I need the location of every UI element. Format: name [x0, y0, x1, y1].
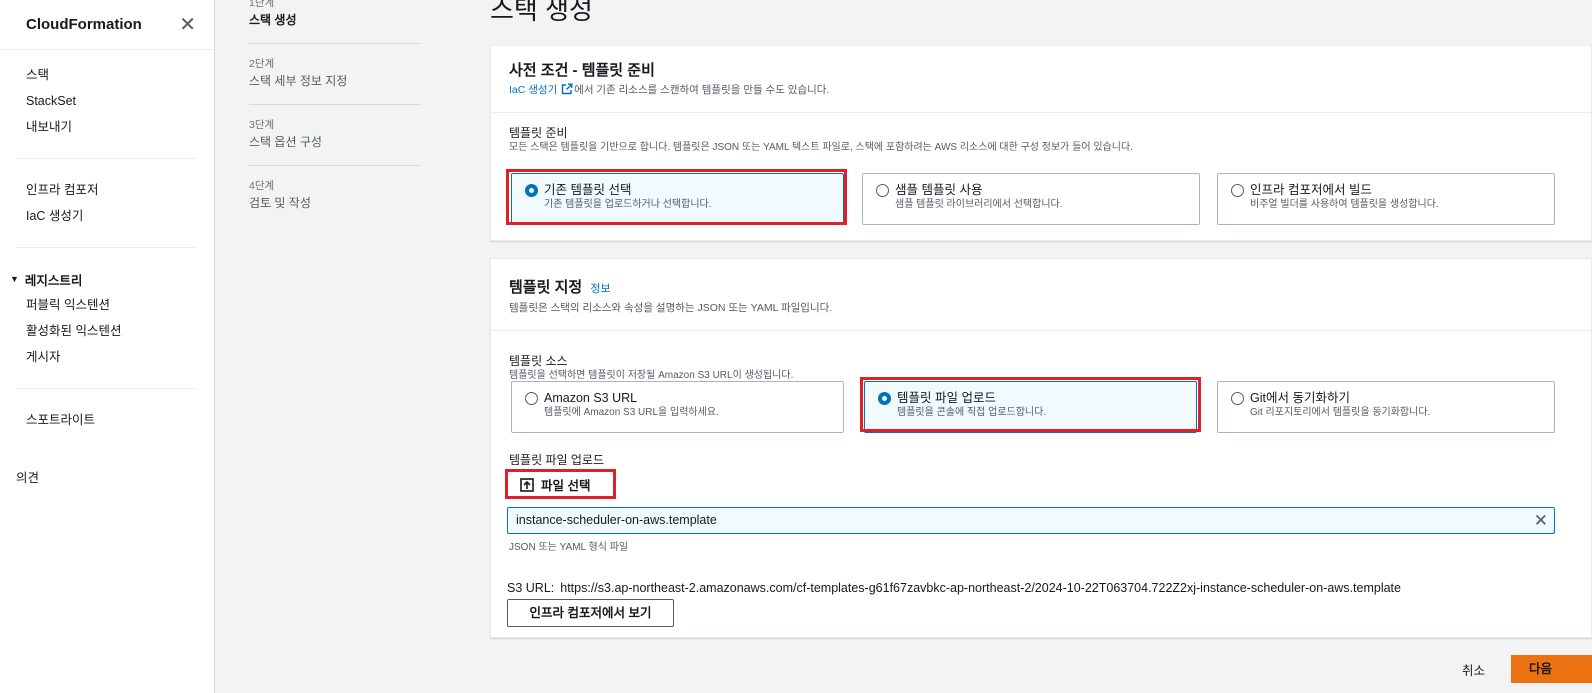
field-label: 템플릿 파일 업로드 [509, 453, 604, 467]
panel-title: 템플릿 지정 [509, 279, 583, 296]
template-prepare-field: 템플릿 준비 모든 스택은 템플릿을 기반으로 합니다. 템플릿은 JSON 또… [491, 125, 1591, 154]
file-hint-field: JSON 또는 YAML 형식 파일 [491, 541, 1591, 554]
divider [16, 247, 196, 248]
cancel-button[interactable]: 취소 [1462, 660, 1485, 679]
file-format-hint: JSON 또는 YAML 형식 파일 [509, 542, 629, 553]
close-icon[interactable]: ✕ [179, 15, 196, 35]
option-upload-template-file[interactable]: 템플릿 파일 업로드 템플릿을 콘솔에 직접 업로드합니다. [864, 381, 1197, 433]
step-label: 스택 생성 [249, 13, 297, 27]
panel-description: IaC 생성기 에서 기존 리소스를 스캔하여 템플릿을 만들 수도 있습니다. [509, 82, 1573, 98]
s3-url-display: S3 URL: https://s3.ap-northeast-2.amazona… [507, 581, 1401, 595]
option-description: 샘플 템플릿 라이브러리에서 선택합니다. [895, 199, 1063, 210]
iac-generator-link[interactable]: IaC 생성기 [509, 83, 574, 96]
step-label: 스택 세부 정보 지정 [249, 74, 348, 88]
option-title: 기존 템플릿 선택 [544, 183, 632, 197]
radio-button[interactable] [525, 392, 538, 405]
wizard-steps: 1단계 스택 생성 2단계 스택 세부 정보 지정 3단계 스택 옵션 구성 4… [249, 0, 421, 226]
divider [491, 330, 1591, 331]
registry-label: 레지스트리 [24, 273, 83, 288]
sidebar-item-public-extensions[interactable]: 퍼블릭 익스텐션 [0, 292, 214, 318]
next-button[interactable]: 다음 [1511, 655, 1592, 683]
sidebar-group-spotlight: 스포트라이트 [0, 395, 214, 445]
sidebar-item-activated-extensions[interactable]: 활성화된 익스텐션 [0, 318, 214, 344]
divider [16, 158, 196, 159]
field-label: 템플릿 준비 [509, 126, 568, 140]
divider [491, 112, 1591, 113]
page-title: 스택 생성 [490, 0, 593, 25]
option-description: 템플릿을 콘솔에 직접 업로드합니다. [897, 407, 1047, 418]
option-title: Git에서 동기화하기 [1250, 391, 1350, 405]
divider [16, 388, 196, 389]
panel-description-text: 에서 기존 리소스를 스캔하여 템플릿을 만들 수도 있습니다. [574, 84, 830, 96]
choose-file-button[interactable]: 파일 선택 [510, 472, 600, 497]
selected-file-token: instance-scheduler-on-aws.template ✕ [507, 507, 1555, 534]
info-link[interactable]: 정보 [590, 283, 610, 295]
sidebar-item-infra-composer[interactable]: 인프라 컴포저 [0, 177, 214, 203]
view-in-infra-composer-button[interactable]: 인프라 컴포저에서 보기 [507, 599, 674, 627]
sidebar-item-stacks[interactable]: 스택 [0, 62, 214, 88]
option-description: 비주얼 빌더를 사용하여 템플릿을 생성합니다. [1250, 199, 1439, 210]
option-sample-template[interactable]: 샘플 템플릿 사용 샘플 템플릿 라이브러리에서 선택합니다. [862, 173, 1200, 225]
wizard-step-2: 2단계 스택 세부 정보 지정 [249, 44, 421, 105]
option-existing-template[interactable]: 기존 템플릿 선택 기존 템플릿을 업로드하거나 선택합니다. [511, 173, 844, 225]
external-link-icon [561, 83, 573, 95]
option-description: 템플릿에 Amazon S3 URL을 입력하세요. [544, 407, 719, 418]
panel-header: 템플릿 지정 정보 템플릿은 스택의 리소스와 속성을 설명하는 JSON 또는… [491, 259, 1591, 316]
template-source-field: 템플릿 소스 템플릿을 선택하면 템플릿이 저장될 Amazon S3 URL이… [491, 353, 1591, 382]
step-label: 검토 및 작성 [249, 196, 311, 210]
registry-section-toggle[interactable]: ▼ 레지스트리 [0, 266, 214, 292]
sidebar-item-stacksets[interactable]: StackSet [0, 88, 214, 114]
radio-button[interactable] [1231, 184, 1244, 197]
choose-file-label: 파일 선택 [541, 479, 591, 493]
step-number: 2단계 [249, 58, 275, 70]
radio-button[interactable] [878, 392, 891, 405]
option-title: 인프라 컴포저에서 빌드 [1250, 183, 1372, 197]
sidebar-group-tools: 인프라 컴포저 IaC 생성기 [0, 165, 214, 241]
option-description: Git 리포지토리에서 템플릿을 동기화합니다. [1250, 407, 1431, 418]
sidebar-title[interactable]: CloudFormation [26, 16, 142, 33]
caret-down-icon: ▼ [10, 274, 19, 284]
wizard-step-3: 3단계 스택 옵션 구성 [249, 105, 421, 166]
sidebar-group-registry: ▼ 레지스트리 퍼블릭 익스텐션 활성화된 익스텐션 게시자 [0, 254, 214, 382]
option-amazon-s3-url[interactable]: Amazon S3 URL 템플릿에 Amazon S3 URL을 입력하세요. [511, 381, 844, 433]
field-description: 모든 스택은 템플릿을 기반으로 합니다. 템플릿은 JSON 또는 YAML … [509, 142, 1133, 153]
sidebar-item-exports[interactable]: 내보내기 [0, 114, 214, 140]
wizard-step-4: 4단계 검토 및 작성 [249, 166, 421, 226]
step-label: 스택 옵션 구성 [249, 135, 322, 149]
option-title: Amazon S3 URL [544, 391, 638, 405]
panel-description: 템플릿은 스택의 리소스와 속성을 설명하는 JSON 또는 YAML 파일입니… [509, 302, 833, 314]
radio-button[interactable] [1231, 392, 1244, 405]
panel-header: 사전 조건 - 템플릿 준비 IaC 생성기 에서 기존 리소스를 스캔하여 템… [491, 46, 1591, 98]
sidebar-item-publisher[interactable]: 게시자 [0, 344, 214, 370]
option-infra-composer[interactable]: 인프라 컴포저에서 빌드 비주얼 빌더를 사용하여 템플릿을 생성합니다. [1217, 173, 1555, 225]
wizard-step-1: 1단계 스택 생성 [249, 0, 421, 44]
file-name: instance-scheduler-on-aws.template [516, 513, 717, 527]
step-number: 1단계 [249, 0, 275, 9]
option-title: 템플릿 파일 업로드 [897, 391, 996, 405]
sidebar-item-iac-generator[interactable]: IaC 생성기 [0, 203, 214, 229]
sidebar-item-spotlight[interactable]: 스포트라이트 [0, 407, 214, 433]
option-description: 기존 템플릿을 업로드하거나 선택합니다. [544, 199, 712, 210]
s3-url-value: https://s3.ap-northeast-2.amazonaws.com/… [560, 581, 1401, 595]
sidebar-header: CloudFormation ✕ [0, 0, 214, 50]
close-icon[interactable]: ✕ [1534, 508, 1548, 533]
panel-title: 사전 조건 - 템플릿 준비 [509, 62, 655, 79]
sidebar-group-stacks: 스택 StackSet 내보내기 [0, 50, 214, 152]
option-git-sync[interactable]: Git에서 동기화하기 Git 리포지토리에서 템플릿을 동기화합니다. [1217, 381, 1555, 433]
panel-title-row: 템플릿 지정 정보 [509, 277, 1573, 300]
radio-button[interactable] [876, 184, 889, 197]
s3-url-label: S3 URL: [507, 581, 555, 595]
upload-icon [520, 477, 534, 492]
option-title: 샘플 템플릿 사용 [895, 183, 983, 197]
side-navigation: CloudFormation ✕ 스택 StackSet 내보내기 인프라 컴포… [0, 0, 215, 693]
upload-field: 템플릿 파일 업로드 [491, 452, 1591, 468]
step-number: 4단계 [249, 180, 275, 192]
radio-button[interactable] [525, 184, 538, 197]
step-number: 3단계 [249, 119, 275, 131]
field-label: 템플릿 소스 [509, 354, 568, 368]
feedback-link[interactable]: 의견 [0, 471, 39, 485]
